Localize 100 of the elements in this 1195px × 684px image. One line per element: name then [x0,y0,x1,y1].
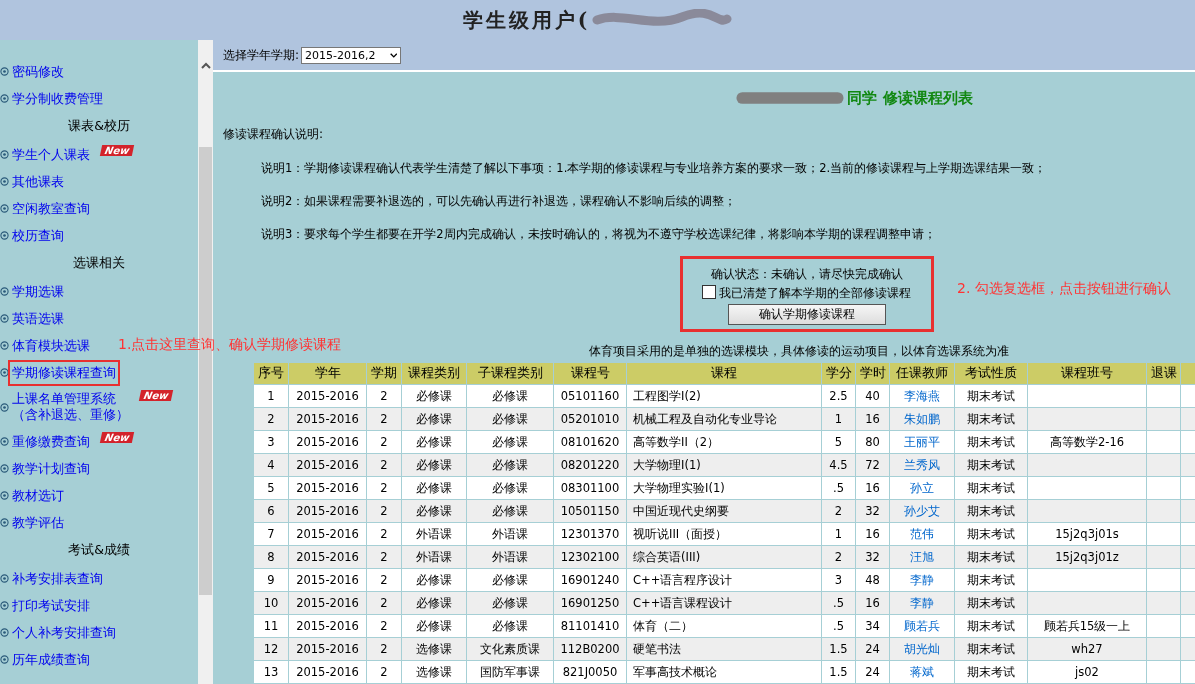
sidebar-link[interactable]: 学生个人课表 [11,144,91,165]
bullet-icon [0,655,9,664]
bullet-icon [0,204,9,213]
column-header: 子课程类别 [466,362,554,385]
bullet-icon [0,574,9,583]
sidebar-link[interactable]: 学期选课 [11,281,65,302]
new-badge: New [138,390,174,401]
table-cell: 大学物理实验Ⅰ(1) [626,476,822,500]
bullet-icon [0,402,9,412]
table-cell: 10 [253,591,289,615]
sidebar-link[interactable]: 上课名单管理系统 [11,391,130,407]
table-cell: 15j2q3j01z [1027,545,1147,569]
sidebar-link[interactable]: 密码修改 [11,61,65,82]
sidebar-link[interactable]: 重修缴费查询 [11,431,91,452]
chevron-down-icon [389,51,398,59]
column-header: 课程 [626,362,822,385]
sidebar-link[interactable]: 体育模块选课 [11,335,91,356]
sidebar-link[interactable]: 校历查询 [11,225,65,246]
table-cell: 军事高技术概论 [626,660,822,684]
table-cell: js02 [1027,660,1147,684]
table-cell: 4 [253,453,289,477]
bullet-icon [0,628,9,637]
note-text: 说明2：如果课程需要补退选的，可以先确认再进行补退选，课程确认不影响后续的调整； [261,194,738,209]
table-cell: 工程图学Ⅰ(2) [626,384,822,408]
confirm-button[interactable]: 确认学期修读课程 [727,304,886,325]
sidebar-link[interactable]: 教材选订 [11,485,65,506]
bullet-icon [0,94,9,103]
table-cell: 大学物理Ⅰ(1) [626,453,822,477]
table-cell: 2 [253,407,289,431]
confirm-status: 确认状态：未确认，请尽快完成确认 [710,266,903,283]
table-cell: 1 [253,384,289,408]
column-header: 学期 [366,362,402,385]
page-title: 同学 修读课程列表 [847,88,973,108]
note-text: 说明1：学期修读课程确认代表学生清楚了解以下事项：1.本学期的修读课程与专业培养方案的要求一致；2.当前的修读课程与上学期选课结果一致； [261,161,1048,176]
scroll-up-icon[interactable] [201,62,211,69]
table-cell: 5 [253,476,289,500]
column-header: 学分 [821,362,856,385]
sidebar-link[interactable]: 教学评估 [11,512,65,533]
column-header: 课程类别 [401,362,467,385]
table-cell: 8 [253,545,289,569]
sidebar-link[interactable]: 空闲教室查询 [11,198,91,219]
table-cell: 15j2q3j01s [1027,522,1147,546]
table-cell: C++语言程序设计 [626,568,822,592]
sidebar-link[interactable]: 英语选课 [11,308,65,329]
table-cell: 9 [253,568,289,592]
table-cell: C++语言课程设计 [626,591,822,615]
bullet-icon [0,287,9,296]
column-header: 退课 [1146,362,1181,385]
window-title: 学生级用户( [462,6,591,34]
bullet-icon [0,437,9,446]
column-header: 课程号 [553,362,627,385]
column-header: 学时 [855,362,890,385]
table-cell: 6 [253,499,289,523]
sidebar-link[interactable]: 其他课表 [11,171,65,192]
sidebar-link[interactable]: （含补退选、重修） [11,407,130,423]
table-cell: wh27 [1027,637,1147,661]
column-header: 任课教师 [889,362,955,385]
bullet-icon [0,518,9,527]
bullet-icon [0,314,9,323]
table-cell: 综合英语(III) [626,545,822,569]
column-header: 序号 [253,362,289,385]
table-cell: 体育（二） [626,614,822,638]
table-cell: 机械工程及自动化专业导论 [626,407,822,431]
sidebar-link[interactable]: 补考安排表查询 [11,568,104,589]
bullet-icon [0,177,9,186]
table-cell: 顾若兵15级一上 [1027,614,1147,638]
section-heading: 课表&校历 [68,118,130,135]
sidebar-link[interactable]: 学期修读课程查询 [11,362,117,383]
bullet-icon [0,231,9,240]
bullet-icon [0,601,9,610]
table-cell: 3 [253,430,289,454]
table-cell: 12 [253,637,289,661]
bullet-icon [0,368,9,377]
table-cell: 高等数学2-16 [1027,430,1147,454]
new-badge: New [99,145,135,156]
sidebar-link[interactable]: 历年成绩查询 [11,649,91,670]
note-text: 说明3：要求每个学生都要在开学2周内完成确认，未按时确认的，将视为不遵守学校选课纪律，将影响本学期的课程调整申请； [261,227,937,242]
section-heading: 选课相关 [73,255,125,272]
column-header: 学年 [288,362,367,385]
bullet-icon [0,491,9,500]
table-cell: 11 [253,614,289,638]
table-cell: 视听说III（面授） [626,522,822,546]
term-dropdown[interactable]: 2015-2016,2 [301,46,402,64]
term-label: 选择学年学期: [223,46,300,64]
bullet-icon [0,67,9,76]
bullet-icon [0,150,9,159]
section-heading: 考试&成绩 [68,542,130,559]
confirm-checkbox[interactable]: 我已清楚了解本学期的全部修读课程 [702,285,911,302]
bullet-icon [0,464,9,473]
table-cell: 7 [253,522,289,546]
pe-note: 体育项目采用的是单独的选课模块，具体修读的运动项目，以体育选课系统为准 [589,343,1009,360]
sidebar-link[interactable]: 个人补考安排查询 [11,622,117,643]
annotation-text: 1.点击这里查询、确认学期修读课程 [118,336,342,354]
sidebar-link[interactable]: 学分制收费管理 [11,88,104,109]
sidebar-link[interactable]: 打印考试安排 [11,595,91,616]
table-cell: 中国近现代史纲要 [626,499,822,523]
sidebar-link[interactable]: 教学计划查询 [11,458,91,479]
table-cell: 13 [253,660,289,684]
new-badge: New [99,432,135,443]
column-header: 课程班号 [1027,362,1147,385]
